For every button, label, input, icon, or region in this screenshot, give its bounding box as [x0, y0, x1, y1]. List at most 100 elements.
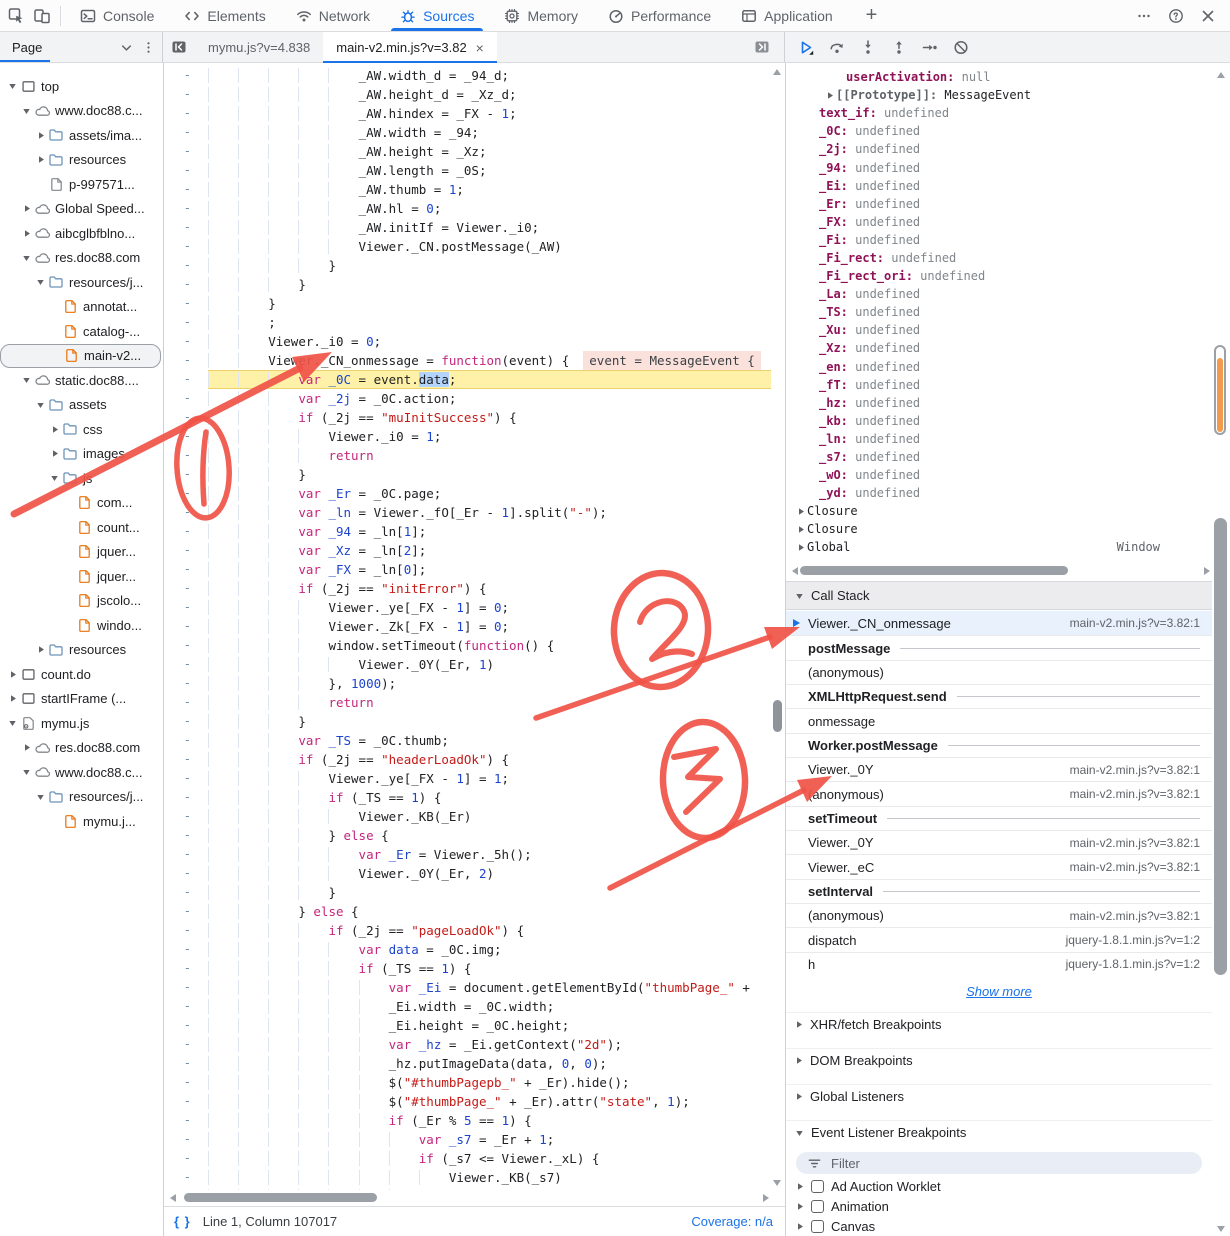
- call-stack-header[interactable]: Call Stack: [786, 581, 1212, 610]
- line-gutter[interactable]: -: [164, 1073, 208, 1092]
- line-gutter[interactable]: -: [164, 465, 208, 484]
- callstack-frame-viewer-0y[interactable]: Viewer._0Ymain-v2.min.js?v=3.82:1: [786, 830, 1212, 854]
- expander-icon[interactable]: [34, 131, 47, 140]
- line-gutter[interactable]: -: [164, 294, 208, 313]
- checkbox[interactable]: [811, 1180, 824, 1193]
- code-line[interactable]: - _AW.width = _94;: [164, 123, 771, 142]
- code-line[interactable]: - _AW.height_d = _Xz_d;: [164, 85, 771, 104]
- expander-icon[interactable]: [6, 694, 19, 703]
- code-line[interactable]: - if (_TS == 1) {: [164, 959, 771, 978]
- code-line[interactable]: - var _Er = _0C.page;: [164, 484, 771, 503]
- scope-row[interactable]: _kb: undefined: [786, 412, 1212, 430]
- expander-icon[interactable]: [34, 155, 47, 164]
- line-gutter[interactable]: -: [164, 1149, 208, 1168]
- scope-row[interactable]: [[Prototype]]: MessageEvent: [786, 86, 1212, 104]
- frame-location[interactable]: jquery-1.8.1.min.js?v=1:2: [1066, 933, 1212, 947]
- tree-item-resources-j-[interactable]: resources/j...: [0, 270, 163, 295]
- execution-line[interactable]: - var _0C = event.data;: [164, 370, 771, 389]
- line-gutter[interactable]: -: [164, 617, 208, 636]
- frame-location[interactable]: main-v2.min.js?v=3.82:1: [1070, 860, 1212, 874]
- more-tabs-button[interactable]: +: [848, 0, 896, 31]
- line-gutter[interactable]: -: [164, 1035, 208, 1054]
- callstack-frame--anonymous-[interactable]: (anonymous)main-v2.min.js?v=3.82:1: [786, 781, 1212, 805]
- code-line[interactable]: - _Ei.height = _0C.height;: [164, 1016, 771, 1035]
- line-gutter[interactable]: -: [164, 1016, 208, 1035]
- line-gutter[interactable]: -: [164, 1130, 208, 1149]
- line-gutter[interactable]: -: [164, 218, 208, 237]
- tab-console[interactable]: Console: [65, 0, 169, 31]
- callstack-frame-h[interactable]: hjquery-1.8.1.min.js?v=1:2: [786, 952, 1212, 976]
- tree-item-mymu-j-[interactable]: mymu.j...: [0, 809, 163, 834]
- tree-item-jquer-[interactable]: jquer...: [0, 540, 163, 565]
- tree-item-jquer-[interactable]: jquer...: [0, 564, 163, 589]
- frame-location[interactable]: main-v2.min.js?v=3.82:1: [1070, 787, 1212, 801]
- expander-icon[interactable]: [20, 107, 33, 115]
- horizontal-scroll-thumb[interactable]: [184, 1193, 377, 1202]
- editor-vertical-scrollbar[interactable]: [773, 700, 782, 732]
- expander-icon[interactable]: [48, 449, 61, 458]
- code-line[interactable]: - var _ln = Viewer._fO[_Er - 1].split("-…: [164, 503, 771, 522]
- listener-category-animation[interactable]: Animation: [796, 1196, 889, 1216]
- code-line[interactable]: - Viewer._ye[_FX - 1] = 0;: [164, 598, 771, 617]
- tree-item-com-[interactable]: com...: [0, 491, 163, 516]
- editor-tab-1[interactable]: mymu.js?v=4.838: [195, 32, 323, 63]
- tree-item-mymu-js[interactable]: mymu.js: [0, 711, 163, 736]
- expander-icon[interactable]: [20, 768, 33, 776]
- expander-icon[interactable]: [34, 401, 47, 409]
- frame-location[interactable]: main-v2.min.js?v=3.82:1: [1070, 909, 1212, 923]
- scope-row[interactable]: _TS: undefined: [786, 303, 1212, 321]
- code-line[interactable]: - if (_2j == "muInitSuccess") {: [164, 408, 771, 427]
- inspect-element-icon[interactable]: [8, 8, 24, 24]
- toggle-navigator-icon[interactable]: [171, 39, 187, 55]
- step-over-icon[interactable]: [829, 39, 845, 55]
- code-line[interactable]: - }: [164, 294, 771, 313]
- scroll-left-icon[interactable]: [170, 1194, 176, 1202]
- scope-row[interactable]: text_if: undefined: [786, 104, 1212, 122]
- more-options-icon[interactable]: [1136, 8, 1152, 24]
- callstack-frame-onmessage[interactable]: onmessage: [786, 708, 1212, 732]
- line-gutter[interactable]: -: [164, 579, 208, 598]
- code-line[interactable]: - var _s7 = _Er + 1;: [164, 1130, 771, 1149]
- code-line[interactable]: - Viewer._KB(_s7): [164, 1168, 771, 1187]
- line-gutter[interactable]: -: [164, 1054, 208, 1073]
- scope-row[interactable]: _0C: undefined: [786, 122, 1212, 140]
- chevron-down-icon[interactable]: [118, 39, 134, 55]
- scope-row[interactable]: _Fi: undefined: [786, 231, 1212, 249]
- toggle-debugger-sidebar-icon[interactable]: [754, 39, 770, 55]
- line-gutter[interactable]: -: [164, 997, 208, 1016]
- tree-item-static-doc88-[interactable]: static.doc88....: [0, 368, 163, 393]
- scope-horizontal-scrollbar[interactable]: [786, 563, 1212, 579]
- section-xhr-fetch-breakpoints[interactable]: XHR/fetch Breakpoints: [786, 1012, 1212, 1036]
- show-more-link[interactable]: Show more: [966, 984, 1032, 999]
- expander-icon[interactable]: [20, 743, 33, 752]
- tab-performance[interactable]: Performance: [593, 0, 726, 31]
- expander-icon[interactable]: [34, 278, 47, 286]
- tree-item-count-[interactable]: count...: [0, 515, 163, 540]
- scope-row[interactable]: _yd: undefined: [786, 484, 1212, 502]
- scope-scroll-thumb[interactable]: [800, 566, 1068, 575]
- line-gutter[interactable]: -: [164, 1168, 208, 1187]
- line-gutter[interactable]: -: [164, 142, 208, 161]
- expander-icon[interactable]: [20, 229, 33, 238]
- code-line[interactable]: - }: [164, 883, 771, 902]
- expander-icon[interactable]: [6, 82, 19, 90]
- code-line[interactable]: - var _hz = _Ei.getContext("2d");: [164, 1035, 771, 1054]
- tree-item-top[interactable]: top: [0, 74, 163, 99]
- code-line[interactable]: - } else {: [164, 826, 771, 845]
- line-gutter[interactable]: -: [164, 731, 208, 750]
- callstack-frame-dispatch[interactable]: dispatchjquery-1.8.1.min.js?v=1:2: [786, 927, 1212, 951]
- line-gutter[interactable]: -: [164, 161, 208, 180]
- line-gutter[interactable]: -: [164, 199, 208, 218]
- coverage-link[interactable]: Coverage: n/a: [691, 1214, 785, 1229]
- close-devtools-icon[interactable]: [1200, 8, 1216, 24]
- tree-item-css[interactable]: css: [0, 417, 163, 442]
- code-line[interactable]: - return: [164, 446, 771, 465]
- line-gutter[interactable]: -: [164, 389, 208, 408]
- tree-item-assets-ima-[interactable]: assets/ima...: [0, 123, 163, 148]
- line-gutter[interactable]: -: [164, 313, 208, 332]
- code-line[interactable]: - Viewer._CN.postMessage(_AW): [164, 237, 771, 256]
- scope-row[interactable]: _Xu: undefined: [786, 321, 1212, 339]
- scope-row[interactable]: _Xz: undefined: [786, 339, 1212, 357]
- line-gutter[interactable]: -: [164, 503, 208, 522]
- line-gutter[interactable]: -: [164, 408, 208, 427]
